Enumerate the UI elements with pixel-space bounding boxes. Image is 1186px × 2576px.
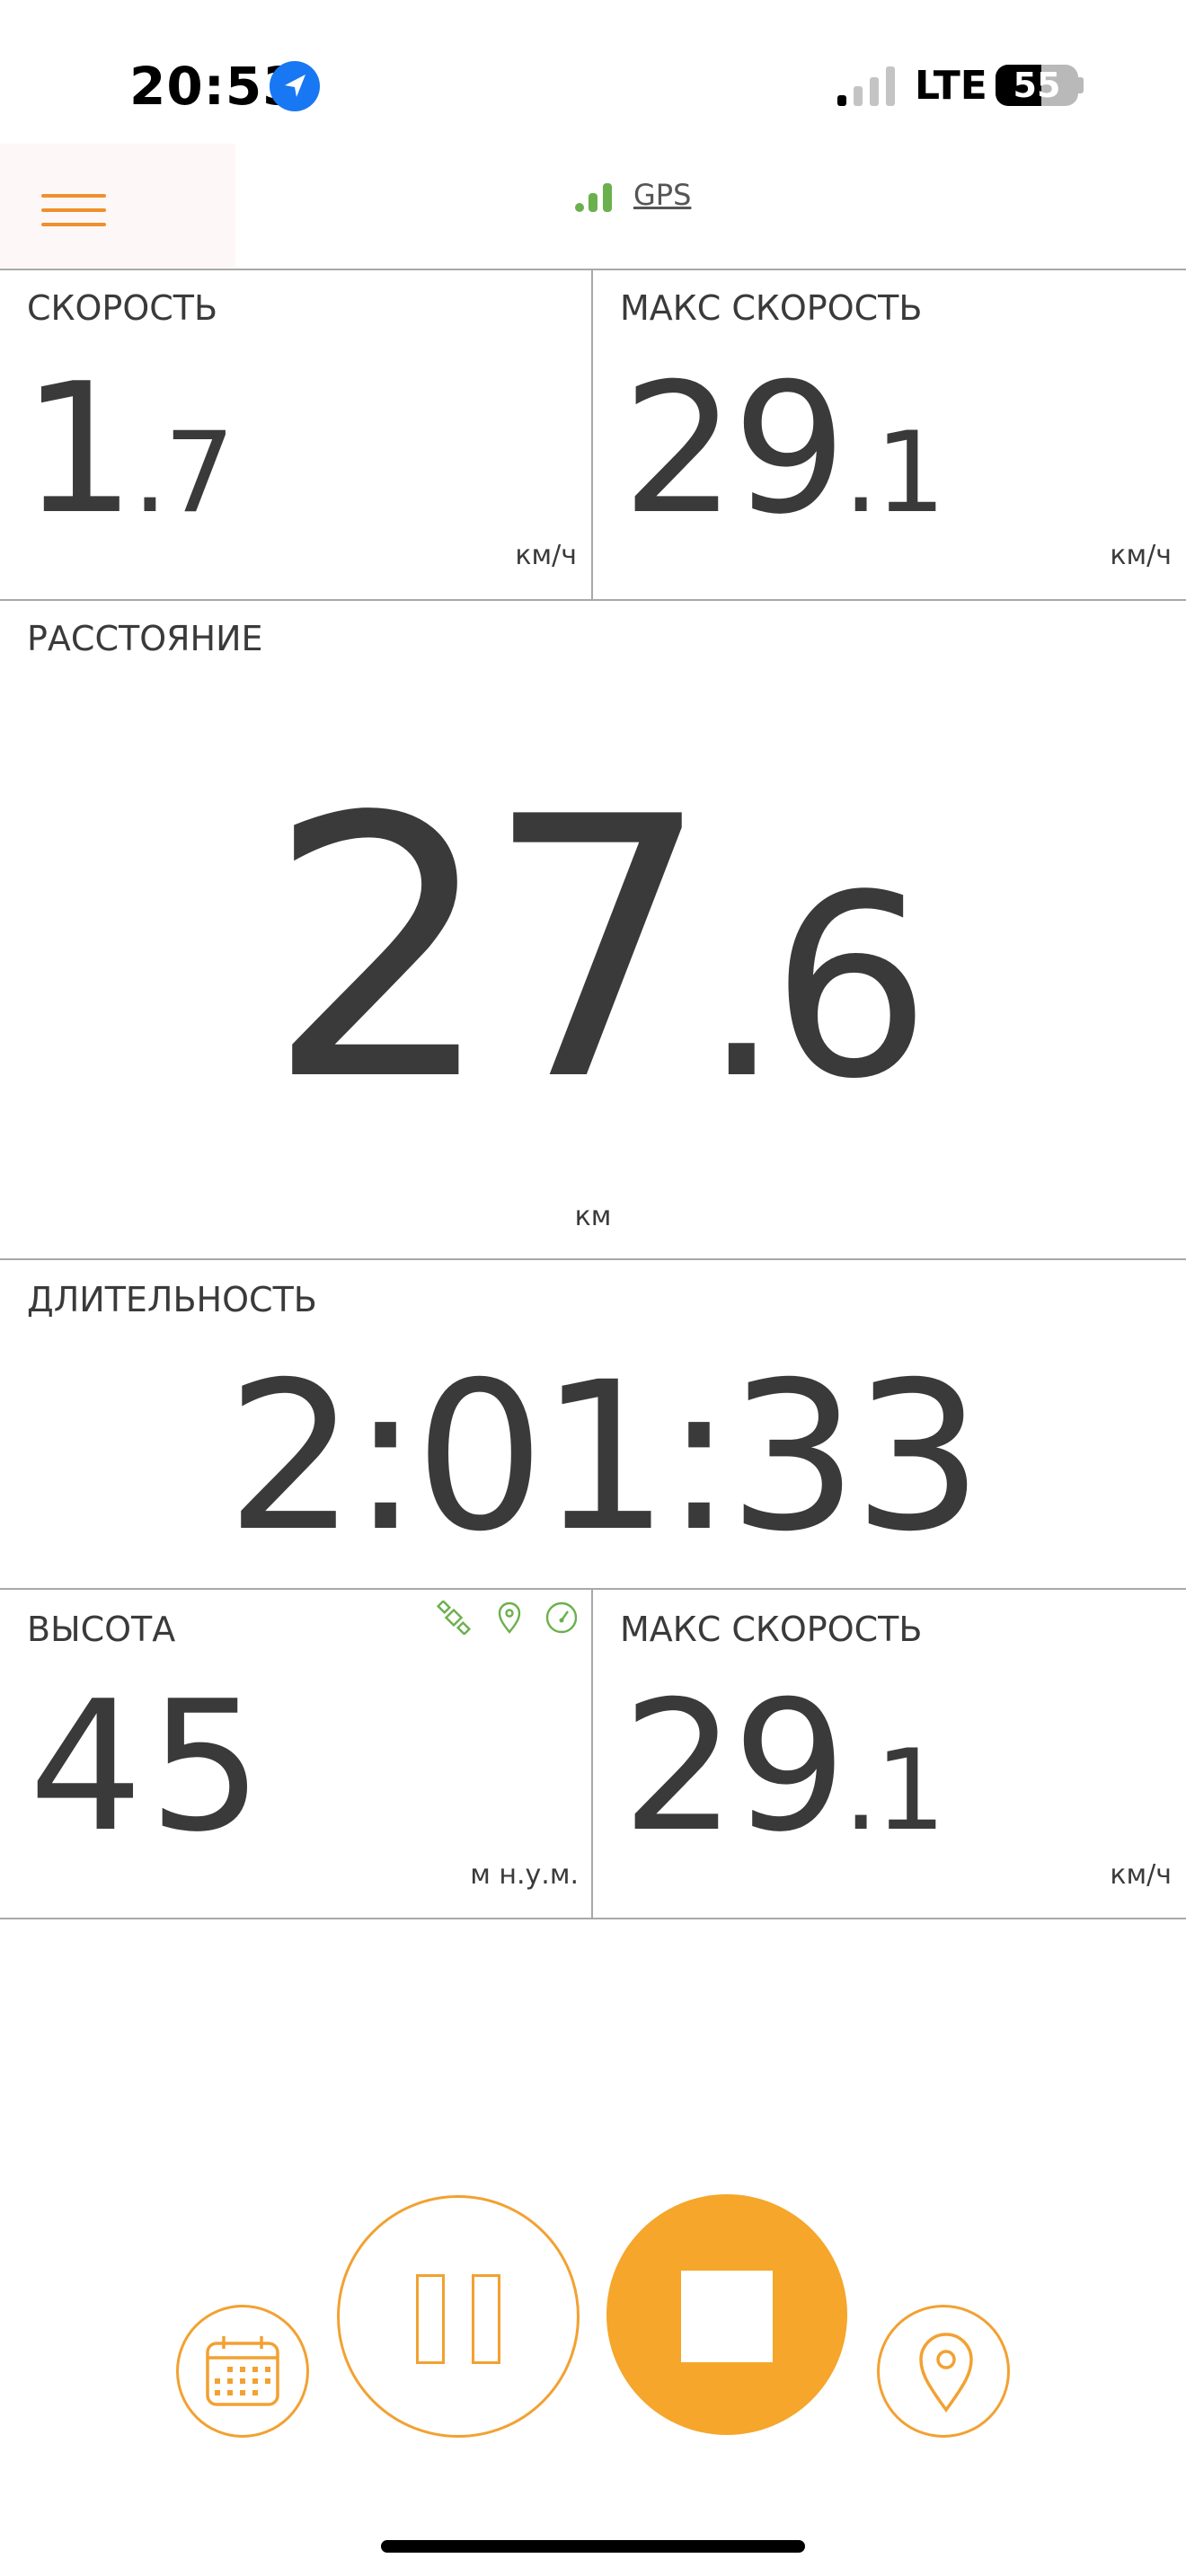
max-speed-value: 29.1 [622,345,946,554]
duration-value: 2:01:33 [226,1337,984,1576]
max-speed-unit: км/ч [1110,540,1172,571]
battery-icon: 55 [996,65,1078,106]
barometer-icon [545,1601,578,1634]
max-speed-unit-2: км/ч [1110,1859,1172,1891]
speed-tile[interactable]: СКОРОСТЬ 1.7 км/ч [0,270,591,599]
location-arrow-icon [270,61,320,111]
battery-percent: 55 [1013,66,1061,105]
tile-label: ВЫСОТА [27,1610,176,1649]
speed-unit: км/ч [515,540,577,571]
divider [0,1918,1186,1919]
altitude-value: 45 [29,1663,269,1872]
altitude-tile[interactable]: ВЫСОТА 45 м н.у.м. [0,1590,591,1918]
speed-value: 1.7 [22,345,235,554]
home-indicator [381,2540,805,2553]
location-pin-icon [498,1601,521,1634]
distance-value: 27.6 [265,742,931,1160]
cell-signal-icon [837,66,895,106]
distance-unit: км [574,1201,612,1232]
pause-icon-bar [416,2274,445,2364]
stop-icon [681,2271,773,2362]
tile-label: ДЛИТЕЛЬНОСТЬ [27,1280,317,1319]
map-pin-icon [919,2333,973,2413]
menu-icon-line [41,194,106,198]
max-speed-tile[interactable]: МАКС СКОРОСТЬ 29.1 км/ч [593,270,1186,599]
tile-label: СКОРОСТЬ [27,288,218,328]
max-speed-tile-2[interactable]: МАКС СКОРОСТЬ 29.1 км/ч [593,1590,1186,1918]
satellite-icon [437,1601,471,1635]
battery-cap [1078,77,1084,93]
duration-tile[interactable]: ДЛИТЕЛЬНОСТЬ 2:01:33 [0,1260,1186,1588]
pause-icon-bar [472,2274,500,2364]
tile-label: МАКС СКОРОСТЬ [620,1610,923,1649]
menu-icon-line [41,223,106,226]
tile-label: РАССТОЯНИЕ [27,619,263,658]
tile-label: МАКС СКОРОСТЬ [620,288,923,328]
map-button[interactable] [877,2305,1010,2438]
distance-tile[interactable]: РАССТОЯНИЕ 27.6 км [0,601,1186,1258]
calendar-icon [206,2336,279,2406]
history-button[interactable] [176,2305,309,2438]
gps-status-link[interactable]: GPS [633,178,691,212]
pause-button[interactable] [337,2195,580,2438]
gps-signal-icon [575,183,612,212]
altitude-unit: м н.у.м. [470,1859,579,1891]
menu-icon-line [41,208,106,212]
max-speed-value-2: 29.1 [622,1663,946,1872]
network-type: LTE [915,63,987,109]
menu-button[interactable] [0,144,235,268]
